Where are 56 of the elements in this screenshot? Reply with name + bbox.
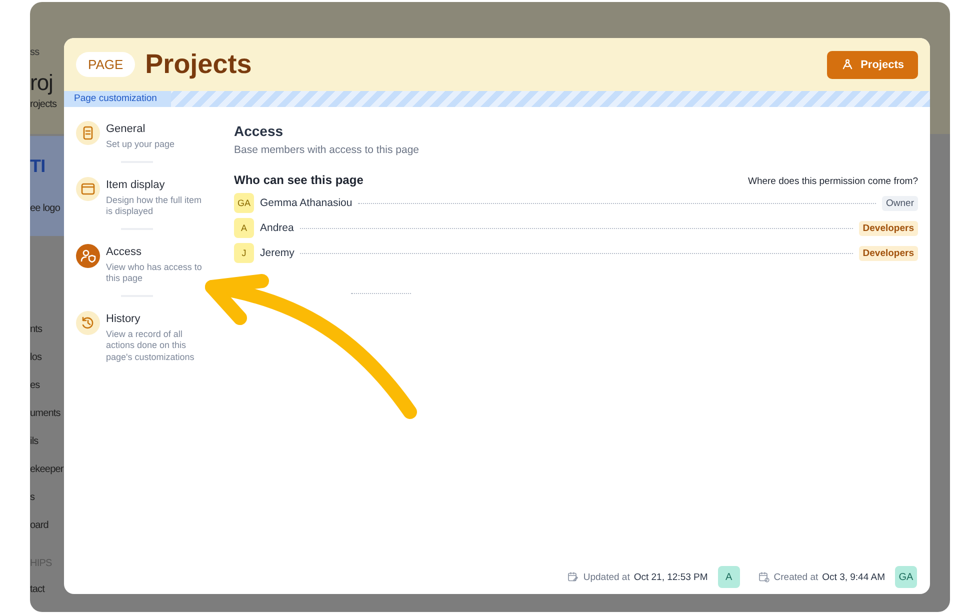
- sidebar-item[interactable]: History View a record of all actions done on this page's customizations: [76, 310, 216, 363]
- nav-item[interactable]: ekeeper: [30, 456, 64, 484]
- timestamp-label: Created at: [774, 572, 818, 582]
- compass-icon: [840, 58, 854, 71]
- item-title: Item display: [106, 178, 166, 192]
- user-shield-icon: [76, 244, 100, 268]
- item-description: View who has access to this page: [106, 262, 203, 284]
- section-description: Base members with access to this page: [234, 144, 420, 156]
- window-icon: [76, 176, 100, 200]
- sidebar-item[interactable]: Item display Design how the full item is displayed: [76, 176, 216, 218]
- nav-item[interactable]: uments: [30, 400, 60, 428]
- field-label: ee logo: [30, 196, 64, 236]
- member-avatar: GA: [234, 193, 254, 213]
- subsection-heading: Who can see this page: [234, 173, 364, 187]
- user-avatar: GA: [895, 566, 917, 588]
- role-tag: Developers: [858, 220, 918, 236]
- nav-item[interactable]: nts: [30, 316, 42, 344]
- nav-item[interactable]: s: [30, 484, 35, 512]
- projects-button[interactable]: Projects: [826, 50, 918, 78]
- nav-item[interactable]: los: [30, 344, 42, 372]
- role-tag: Owner: [882, 196, 918, 210]
- page-heading: roj: [30, 69, 53, 97]
- calendar-icon: [567, 571, 580, 583]
- user-avatar: A: [718, 566, 740, 588]
- card-text: TI: [30, 136, 64, 196]
- permission-link[interactable]: Where does this permission come from?: [748, 176, 918, 187]
- nav-item[interactable]: oard: [30, 512, 48, 540]
- item-title: Access: [106, 246, 142, 258]
- document-icon: [76, 121, 100, 145]
- timestamp-value: Oct 3, 9:44 AM: [822, 572, 885, 582]
- sidebar-item[interactable]: Access View who has access to this page: [76, 244, 216, 284]
- member-name: Jeremy: [260, 247, 294, 259]
- breadcrumb-text: ss: [30, 46, 40, 60]
- role-tag: Developers: [858, 246, 918, 260]
- member-avatar: A: [234, 218, 254, 238]
- nav-item[interactable]: tact: [30, 576, 45, 604]
- page-badge: PAGE: [76, 52, 136, 77]
- calendar-icon: [758, 571, 770, 583]
- sidebar-item[interactable]: General Set up your page: [76, 121, 216, 150]
- nav-item[interactable]: es: [30, 372, 40, 400]
- item-description: Design how the full item is displayed: [106, 194, 203, 218]
- timestamp-label: Updated at: [583, 572, 630, 582]
- history-icon: [76, 310, 100, 334]
- item-description: Set up your page: [106, 139, 176, 150]
- member-name: Gemma Athanasiou: [260, 197, 352, 209]
- member-avatar: J: [234, 243, 254, 263]
- banner-label: Page customization: [64, 91, 171, 107]
- member-name: Andrea: [260, 222, 294, 234]
- item-description: View a record of all actions done on this page's customizations: [106, 328, 196, 363]
- nav-item[interactable]: ils: [30, 428, 38, 456]
- timestamp-value: Oct 21, 12:53 PM: [634, 572, 708, 582]
- item-title: History: [106, 312, 142, 326]
- section-heading: Access: [234, 123, 284, 139]
- item-title: General: [106, 123, 146, 136]
- page-title: Projects: [145, 49, 252, 80]
- page-subtitle: rojects: [30, 98, 57, 112]
